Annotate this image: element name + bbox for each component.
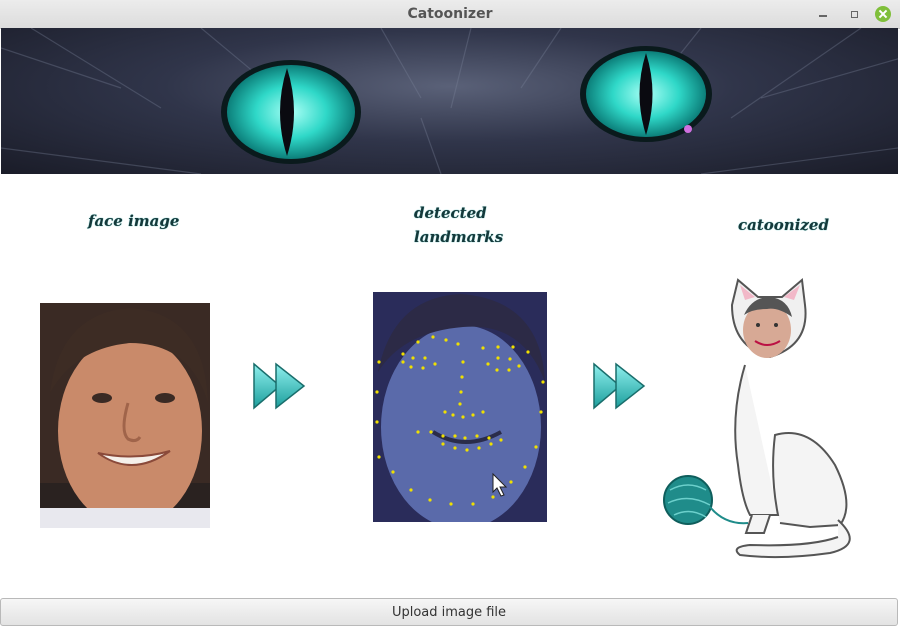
face-image <box>40 303 210 528</box>
catoonized-heading: catoonized <box>738 216 829 234</box>
landmarks-image <box>373 292 547 522</box>
fast-forward-arrow-icon <box>252 361 312 411</box>
maximize-icon[interactable] <box>845 6 861 22</box>
cat-eyes-banner <box>1 28 898 174</box>
detected-landmarks-heading: detected landmarks <box>414 201 503 249</box>
close-icon[interactable] <box>875 6 891 22</box>
upload-image-button[interactable]: Upload image file <box>0 598 898 626</box>
minimize-icon[interactable] <box>815 6 831 22</box>
title-bar: Catoonizer <box>0 0 900 29</box>
landmarks-heading-line1: detected <box>414 204 487 222</box>
catoonized-image <box>660 275 875 565</box>
landmarks-heading-line2: landmarks <box>414 228 504 246</box>
cat-eyes-illustration <box>1 28 898 174</box>
face-image-heading: face image <box>88 212 180 230</box>
window-title: Catoonizer <box>407 6 493 22</box>
fast-forward-arrow-icon <box>592 361 652 411</box>
